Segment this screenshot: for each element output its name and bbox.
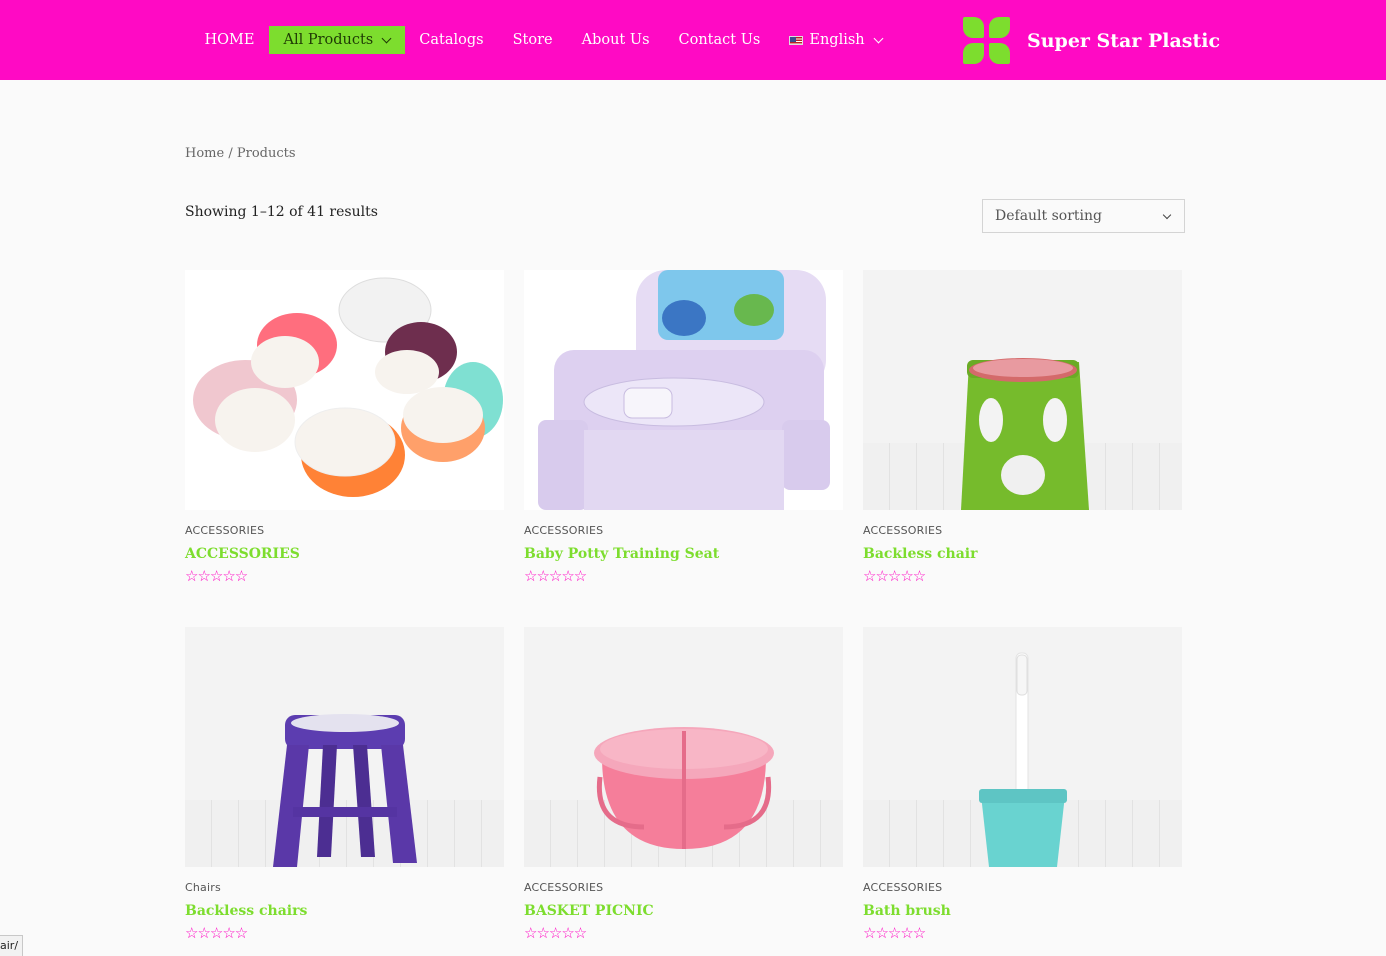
product-category: ACCESSORIES (524, 881, 604, 894)
nav-all-products[interactable]: All Products (268, 26, 405, 54)
product-card: ACCESSORIES Backless chair ☆☆☆☆☆ (863, 270, 1182, 585)
product-category: ACCESSORIES (863, 524, 943, 537)
product-category: ACCESSORIES (863, 881, 943, 894)
potty-seat-illustration (538, 270, 830, 510)
star-rating: ☆☆☆☆☆ (863, 567, 926, 585)
main-nav: HOME All Products Catalogs Store About U… (190, 26, 896, 54)
breadcrumb-home-link[interactable]: Home (185, 146, 224, 161)
site-header: HOME All Products Catalogs Store About U… (0, 0, 1386, 80)
chevron-down-icon (1162, 210, 1172, 219)
product-category: ACCESSORIES (185, 524, 265, 537)
language-switcher[interactable]: English (775, 26, 896, 54)
us-flag-icon (789, 35, 804, 45)
product-card: ACCESSORIES BASKET PICNIC ☆☆☆☆☆ (524, 627, 843, 942)
product-title[interactable]: Bath brush (863, 903, 1182, 919)
purple-stool-illustration (273, 714, 417, 867)
nav-store[interactable]: Store (498, 26, 567, 54)
product-card: Chairs Backless chairs ☆☆☆☆☆ (185, 627, 504, 942)
product-card: ACCESSORIES Bath brush ☆☆☆☆☆ (863, 627, 1182, 942)
nav-catalogs[interactable]: Catalogs (405, 26, 498, 54)
language-label: English (809, 32, 865, 48)
star-rating: ☆☆☆☆☆ (185, 924, 248, 942)
nav-about-us[interactable]: About Us (567, 26, 664, 54)
product-image[interactable] (185, 270, 504, 510)
brand-name: Super Star Plastic (1027, 29, 1221, 52)
nav-about-us-label: About Us (581, 32, 650, 48)
four-leaf-logo (963, 17, 1010, 64)
star-rating: ☆☆☆☆☆ (863, 924, 926, 942)
status-bar-url: air/ (0, 935, 24, 956)
breadcrumb: Home / Products (185, 146, 296, 161)
product-image[interactable] (863, 627, 1182, 867)
product-image[interactable] (524, 270, 843, 510)
product-image[interactable] (863, 270, 1182, 510)
product-image[interactable] (185, 627, 504, 867)
nav-catalogs-label: Catalogs (419, 32, 484, 48)
breadcrumb-separator: / (228, 146, 233, 161)
brand[interactable]: Super Star Plastic (963, 17, 1220, 64)
product-card: ACCESSORIES Baby Potty Training Seat ☆☆☆… (524, 270, 843, 585)
star-rating: ☆☆☆☆☆ (185, 567, 248, 585)
product-card: ACCESSORIES ACCESSORIES ☆☆☆☆☆ (185, 270, 504, 585)
nav-home-label: HOME (204, 32, 255, 48)
product-category: Chairs (185, 881, 221, 894)
chevron-down-icon (873, 33, 884, 43)
sort-selected: Default sorting (995, 208, 1102, 224)
nav-store-label: Store (512, 32, 553, 48)
breadcrumb-current: Products (236, 146, 296, 161)
product-title[interactable]: Backless chairs (185, 903, 504, 919)
nav-home[interactable]: HOME (190, 26, 269, 54)
colander-set-illustration (193, 277, 503, 497)
sort-select[interactable]: Default sorting (982, 199, 1185, 233)
product-category: ACCESSORIES (524, 524, 604, 537)
product-title[interactable]: ACCESSORIES (185, 546, 504, 562)
result-count: Showing 1–12 of 41 results (185, 204, 378, 220)
nav-all-products-label: All Products (283, 32, 374, 48)
product-title[interactable]: BASKET PICNIC (524, 903, 843, 919)
product-title[interactable]: Baby Potty Training Seat (524, 546, 843, 562)
product-title[interactable]: Backless chair (863, 546, 1182, 562)
green-stool-illustration (961, 358, 1089, 510)
bath-brush-illustration (979, 652, 1067, 867)
product-image[interactable] (524, 627, 843, 867)
nav-contact-us-label: Contact Us (678, 32, 761, 48)
picnic-basket-illustration (594, 727, 774, 849)
nav-contact-us[interactable]: Contact Us (664, 26, 775, 54)
star-rating: ☆☆☆☆☆ (524, 567, 587, 585)
star-rating: ☆☆☆☆☆ (524, 924, 587, 942)
chevron-down-icon (381, 33, 392, 43)
